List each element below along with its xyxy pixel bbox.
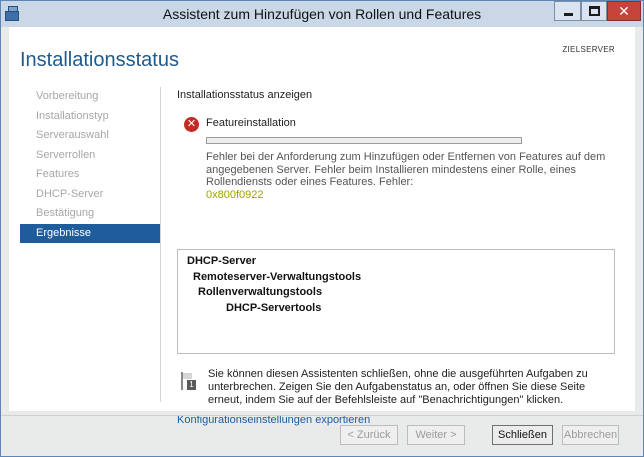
nav-item-installationstyp: Installationstyp bbox=[36, 109, 109, 122]
close-button[interactable]: Schließen bbox=[492, 425, 553, 445]
nav-item-dhcp-server: DHCP-Server bbox=[36, 187, 104, 200]
info-text: Sie können diesen Assistenten schließen,… bbox=[208, 368, 588, 406]
main-panel: Installationsstatus ZIELSERVER Vorbereit… bbox=[9, 27, 635, 426]
nav-item-serverauswahl: Serverauswahl bbox=[36, 129, 109, 141]
nav-item-bestaetigung: Bestätigung bbox=[36, 207, 95, 219]
results-list[interactable]: DHCP-Server Remoteserver-Verwaltungstool… bbox=[177, 249, 615, 354]
error-code: 0x800f0922 bbox=[206, 189, 264, 201]
notification-flag-icon: 1 bbox=[181, 372, 196, 390]
wizard-nav: Vorbereitung Installationstyp Serverausw… bbox=[20, 87, 160, 243]
nav-item-serverrollen: Serverrollen bbox=[36, 148, 96, 161]
result-item-remoteserver-verwaltungstools: Remoteserver-Verwaltungstools bbox=[193, 270, 362, 283]
footer-divider bbox=[1, 415, 643, 416]
window-title: Assistent zum Hinzufügen von Rollen und … bbox=[162, 6, 482, 22]
minimize-icon bbox=[564, 13, 573, 16]
maximize-button[interactable] bbox=[581, 1, 607, 21]
error-message: Fehler bei der Anforderung zum Hinzufüge… bbox=[206, 151, 606, 188]
target-server-label: ZIELSERVER bbox=[562, 45, 615, 54]
nav-divider bbox=[160, 87, 161, 402]
nav-item-features: Features bbox=[36, 168, 80, 180]
window-close-button[interactable]: ✕ bbox=[607, 1, 641, 21]
next-button[interactable]: Weiter > bbox=[407, 425, 465, 445]
progress-bar bbox=[206, 137, 522, 144]
result-item-rollenverwaltungstools: Rollenverwaltungstools bbox=[198, 286, 323, 298]
nav-item-ergebnisse[interactable]: Ergebnisse bbox=[20, 223, 160, 243]
page-title: Installationsstatus bbox=[20, 49, 179, 71]
close-icon: ✕ bbox=[618, 3, 630, 19]
result-item-dhcp-server: DHCP-Server bbox=[187, 255, 257, 267]
content-heading: Installationsstatus anzeigen bbox=[177, 89, 313, 101]
notification-count: 1 bbox=[187, 380, 196, 390]
title-bar[interactable]: Assistent zum Hinzufügen von Rollen und … bbox=[1, 1, 643, 27]
error-icon: ✕ bbox=[184, 117, 199, 132]
nav-item-vorbereitung: Vorbereitung bbox=[36, 90, 99, 102]
back-button[interactable]: < Zurück bbox=[340, 425, 398, 445]
result-item-dhcp-servertools: DHCP-Servertools bbox=[226, 301, 322, 314]
cancel-button[interactable]: Abbrechen bbox=[562, 425, 619, 445]
wizard-window: Assistent zum Hinzufügen von Rollen und … bbox=[0, 0, 644, 457]
feature-install-label: Featureinstallation bbox=[206, 117, 296, 129]
minimize-button[interactable] bbox=[554, 1, 581, 21]
maximize-icon bbox=[589, 6, 600, 16]
